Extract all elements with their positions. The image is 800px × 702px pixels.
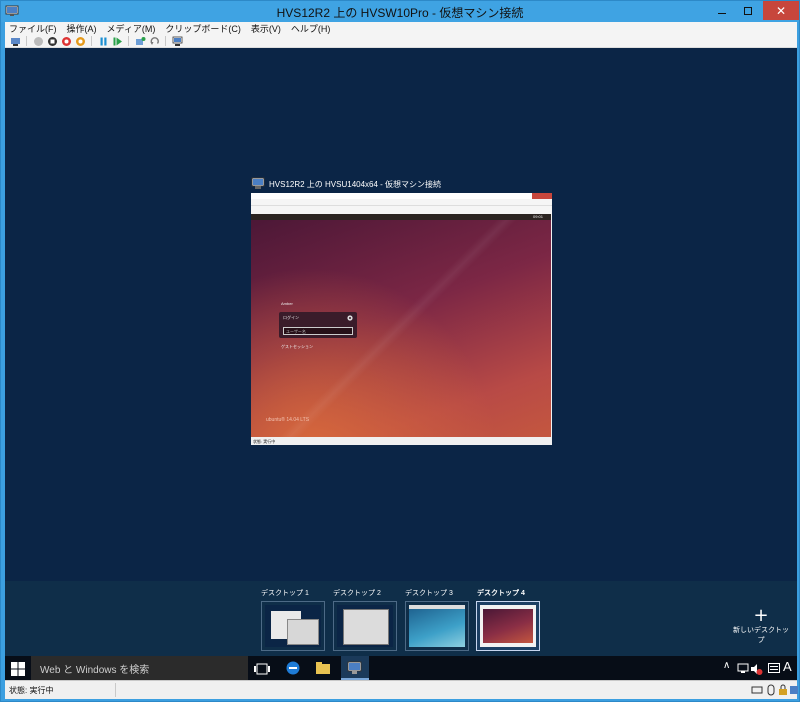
session-gear-icon[interactable]	[347, 315, 353, 321]
desktop-label-1: デスクトップ 1	[261, 590, 309, 597]
menu-view[interactable]: 表示(V)	[251, 22, 281, 35]
file-explorer-button[interactable]	[315, 660, 331, 680]
turn-off-button[interactable]	[46, 35, 58, 47]
start-button[interactable]	[11, 661, 25, 680]
menu-file[interactable]: ファイル(F)	[9, 22, 57, 35]
vm-connect-taskbar-button[interactable]	[341, 656, 369, 680]
reset-icon	[113, 37, 122, 45]
vm-connection-window: HVS12R2 上の HVSW10Pro - 仮想マシン接続 ✕ ファイル(F)…	[0, 0, 800, 702]
task-view-icon	[254, 663, 270, 675]
desktop-thumbnail-3[interactable]	[405, 601, 469, 651]
save-icon	[75, 36, 85, 46]
ubuntu-brand: ubuntu® 14.04 LTS	[266, 417, 310, 423]
mouse-status-icon	[765, 684, 777, 698]
enhanced-session-icon	[172, 36, 182, 46]
desktop-label-2: デスクトップ 2	[333, 590, 381, 597]
inner-status-text: 状態: 実行中	[253, 439, 276, 444]
edge-icon	[286, 661, 300, 675]
start-icon	[33, 36, 43, 46]
start-button[interactable]	[32, 35, 44, 47]
pause-icon	[100, 37, 106, 45]
keyboard-status-icon	[751, 684, 763, 698]
toolbar	[5, 35, 797, 48]
revert-icon	[150, 36, 159, 45]
toolbar-separator	[165, 36, 166, 46]
save-button[interactable]	[74, 35, 86, 47]
checkpoint-button[interactable]	[134, 35, 146, 47]
username-placeholder: ユーザー名	[286, 329, 306, 334]
notification-icon[interactable]	[767, 661, 781, 680]
maximize-button[interactable]	[735, 1, 761, 20]
revert-button[interactable]	[148, 35, 160, 47]
ctrl-alt-del-icon	[10, 37, 20, 46]
task-view-button[interactable]	[253, 661, 271, 680]
session-status-icon	[789, 684, 799, 698]
title-bar[interactable]: HVS12R2 上の HVSW10Pro - 仮想マシン接続 ✕	[1, 1, 799, 22]
minimize-button[interactable]	[709, 1, 735, 20]
vm-desktop[interactable]: HVS12R2 上の HVSU1404x64 - 仮想マシン接続 09:01 A…	[5, 48, 797, 581]
enhanced-session-button[interactable]	[171, 35, 183, 47]
desktop-label-4: デスクトップ 4	[477, 590, 525, 597]
status-text: 状態: 実行中	[9, 686, 54, 695]
toolbar-separator	[91, 36, 92, 46]
status-bar: 状態: 実行中	[5, 680, 799, 699]
minimize-icon	[718, 12, 726, 14]
volume-icon[interactable]	[749, 661, 763, 680]
login-label: ログイン	[283, 315, 299, 320]
inner-vm-title: HVS12R2 上の HVSU1404x64 - 仮想マシン接続	[269, 180, 442, 189]
desktop-thumbnail-1[interactable]	[261, 601, 325, 651]
reset-button[interactable]	[111, 35, 123, 47]
search-placeholder: Web と Windows を検索	[40, 664, 150, 676]
status-divider	[115, 683, 116, 697]
vm-connect-icon	[347, 661, 362, 674]
desktop-thumbnail-2[interactable]	[333, 601, 397, 651]
plus-icon: +	[753, 605, 769, 626]
inner-toolbar	[251, 206, 552, 214]
edge-button[interactable]	[285, 660, 301, 680]
windows-logo-icon	[11, 662, 25, 676]
shutdown-icon	[61, 36, 71, 46]
menu-clipboard[interactable]: クリップボード(C)	[165, 22, 241, 35]
new-desktop-label: 新しいデスクトップ	[733, 627, 789, 644]
login-box[interactable]: ログイン ユーザー名	[279, 312, 357, 338]
inner-vm-frame: 09:01 Amber ログイン ユーザー名 ゲストセッション ubuntu® …	[251, 193, 552, 445]
vm-connect-icon	[251, 177, 265, 189]
desktop-thumbnail-4[interactable]	[476, 601, 540, 651]
inner-vm-window[interactable]: HVS12R2 上の HVSU1404x64 - 仮想マシン接続 09:01 A…	[251, 175, 552, 445]
folder-icon	[316, 662, 330, 674]
menu-action[interactable]: 操作(A)	[67, 22, 97, 35]
taskbar: Web と Windows を検索 ∧ A	[5, 656, 797, 680]
menu-help[interactable]: ヘルプ(H)	[291, 22, 331, 35]
toolbar-separator	[26, 36, 27, 46]
inner-status-bar: 状態: 実行中	[251, 437, 552, 445]
ime-indicator[interactable]: A	[783, 659, 792, 674]
ubuntu-login-screen[interactable]: 09:01 Amber ログイン ユーザー名 ゲストセッション ubuntu® …	[251, 214, 551, 437]
ctrl-alt-del-button[interactable]	[9, 35, 21, 47]
close-icon: ✕	[775, 3, 787, 18]
chevron-up-icon[interactable]: ∧	[723, 660, 730, 671]
menu-media[interactable]: メディア(M)	[107, 22, 156, 35]
pause-button[interactable]	[97, 35, 109, 47]
window-title: HVS12R2 上の HVSW10Pro - 仮想マシン接続	[276, 6, 524, 20]
ubuntu-top-bar: 09:01	[251, 214, 551, 220]
login-user-name: Amber	[281, 301, 293, 306]
inner-menu-bar	[251, 199, 552, 206]
maximize-icon	[744, 6, 752, 15]
desktop-label-3: デスクトップ 3	[405, 590, 453, 597]
guest-session-item[interactable]: ゲストセッション	[281, 344, 313, 350]
shutdown-button[interactable]	[60, 35, 72, 47]
ubuntu-clock: 09:01	[533, 214, 544, 219]
close-button[interactable]: ✕	[763, 1, 799, 20]
task-view: デスクトップ 1 デスクトップ 2 デスクトップ 3 デスクトップ 4 + 新し…	[5, 581, 797, 656]
taskbar-search-box[interactable]: Web と Windows を検索	[31, 656, 248, 680]
lock-icon	[777, 684, 789, 698]
checkpoint-icon	[135, 36, 145, 45]
turn-off-icon	[47, 36, 57, 46]
username-field[interactable]: ユーザー名	[283, 327, 353, 335]
menu-bar: ファイル(F) 操作(A) メディア(M) クリップボード(C) 表示(V) ヘ…	[5, 22, 797, 35]
toolbar-separator	[128, 36, 129, 46]
new-desktop-button[interactable]: + 新しいデスクトップ	[731, 607, 791, 645]
